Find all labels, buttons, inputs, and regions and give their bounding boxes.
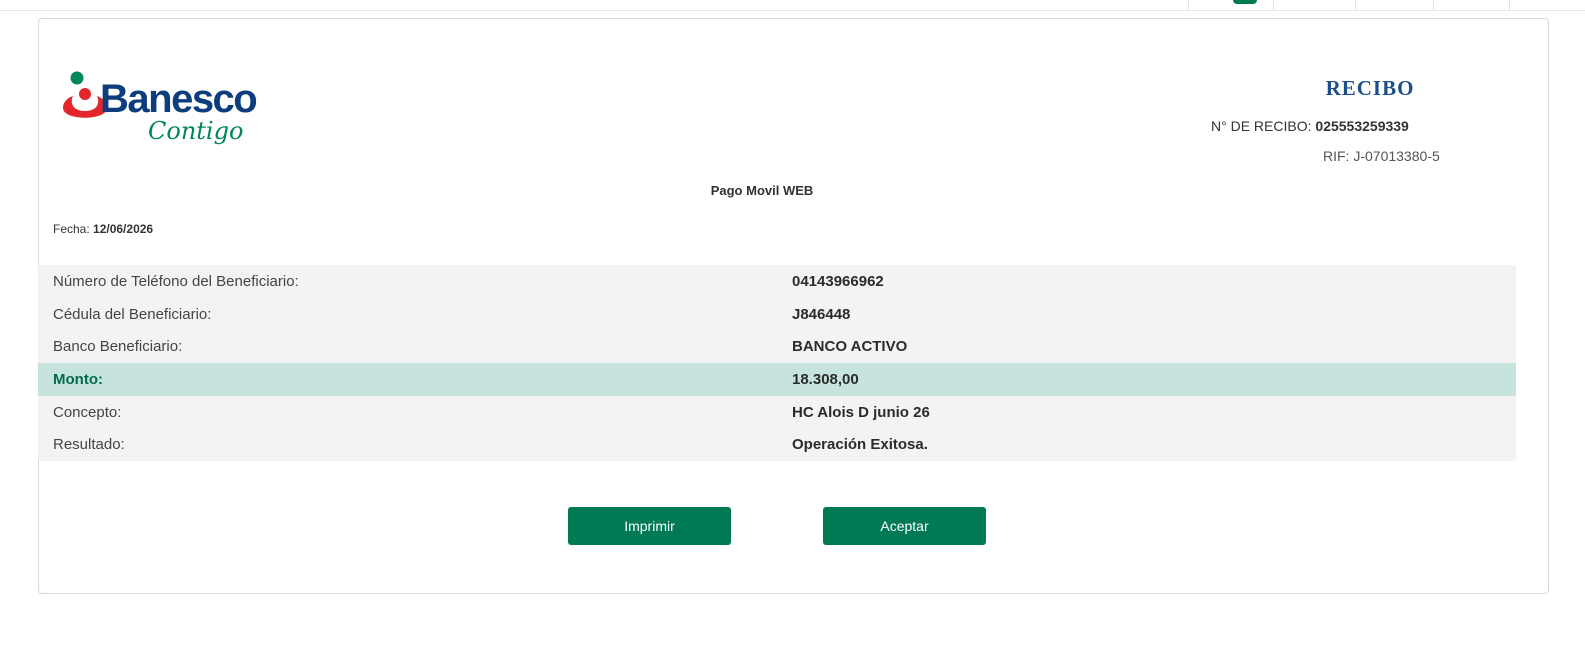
receipt-number: N° DE RECIBO: 025553259339 [1211,118,1409,134]
detail-row-concept: Concepto: HC Alois D junio 26 [38,396,1516,429]
toolbar-divider [1273,0,1274,10]
detail-value: 04143966962 [792,272,884,290]
date-value: 12/06/2026 [93,222,154,236]
detail-row-bank: Banco Beneficiario: BANCO ACTIVO [38,330,1516,363]
banesco-logo: Banesco Contigo [60,68,270,158]
rif-text: RIF: J-07013380-5 [1323,148,1440,164]
detail-value: HC Alois D junio 26 [792,403,930,421]
logo-brand-text: Banesco [100,77,256,121]
detail-row-amount: Monto: 18.308,00 [38,363,1516,396]
toolbar-divider [1509,0,1510,10]
detail-label: Monto: [53,370,103,388]
date-line: Fecha: 12/06/2026 [53,222,153,236]
top-toolbar [0,0,1585,11]
receipt-number-value: 025553259339 [1315,118,1409,134]
receipt-number-label: N° DE RECIBO: [1211,118,1312,134]
operation-title: Pago Movil WEB [710,183,814,198]
detail-label: Concepto: [53,403,122,421]
receipt-details-table: Número de Teléfono del Beneficiario: 041… [38,265,1516,462]
receipt-title: RECIBO [1325,76,1415,100]
logo-tagline-text: Contigo [148,117,243,145]
detail-value: Operación Exitosa. [792,436,928,454]
detail-row-result: Resultado: Operación Exitosa. [38,428,1516,461]
detail-value: 18.308,00 [792,370,859,388]
banesco-logo-icon: Banesco Contigo [63,71,258,145]
detail-value: BANCO ACTIVO [792,338,908,356]
detail-label: Banco Beneficiario: [53,338,183,356]
print-button[interactable]: Imprimir [568,507,731,545]
detail-label: Cédula del Beneficiario: [53,305,212,323]
active-tab-indicator[interactable] [1233,0,1257,4]
detail-row-id: Cédula del Beneficiario: J846448 [38,298,1516,331]
detail-label: Resultado: [53,436,125,454]
toolbar-divider [1433,0,1434,10]
date-label: Fecha: [53,222,90,236]
accept-button[interactable]: Aceptar [823,507,986,545]
detail-label: Número de Teléfono del Beneficiario: [53,272,299,290]
detail-row-phone: Número de Teléfono del Beneficiario: 041… [38,265,1516,298]
toolbar-divider [1188,0,1189,10]
detail-value: J846448 [792,305,851,323]
toolbar-divider [1355,0,1356,10]
